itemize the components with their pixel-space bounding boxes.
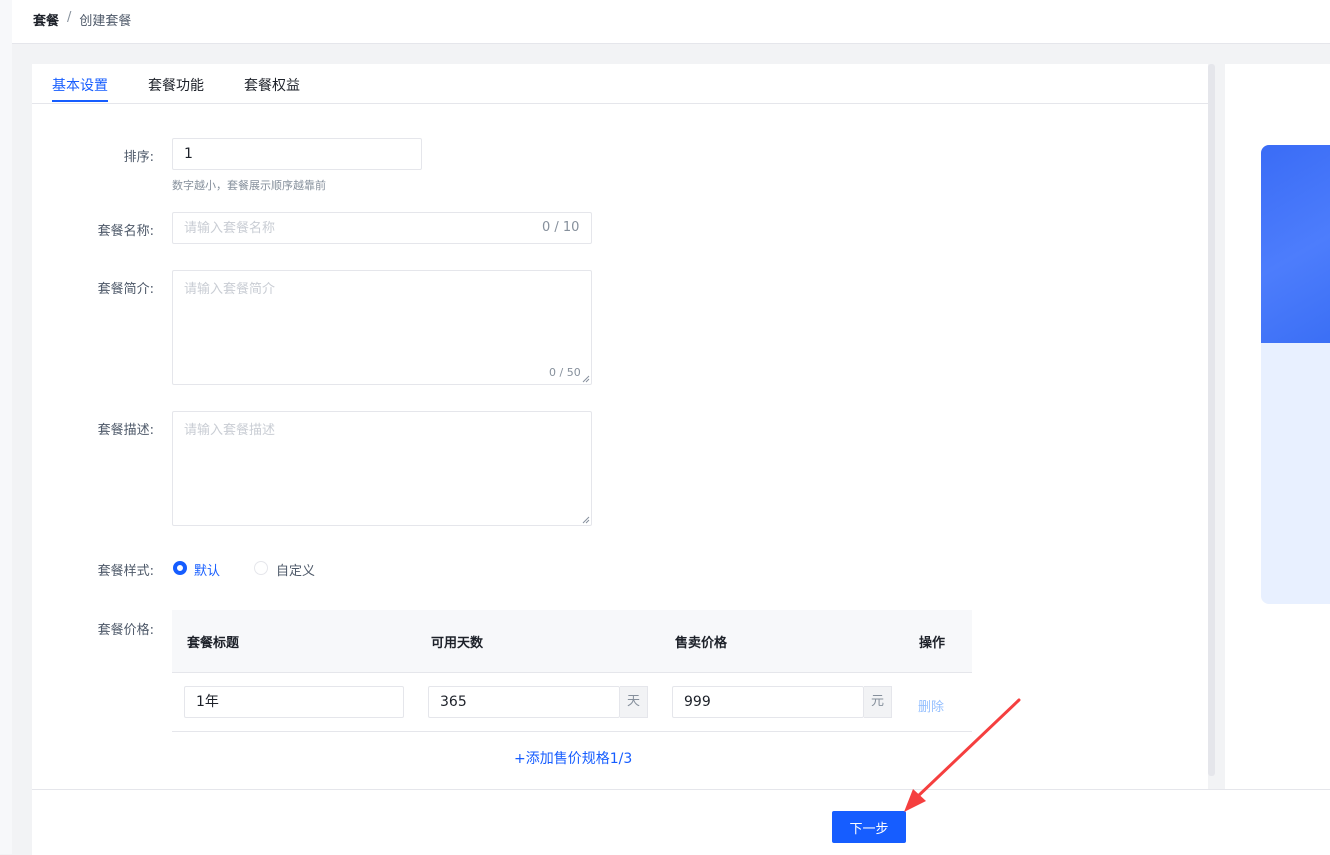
- column-days: 可用天数: [431, 636, 484, 651]
- scrollbar[interactable]: [1208, 64, 1215, 776]
- desc-textarea-placeholder: 请输入套餐描述: [184, 423, 276, 438]
- tab-package-benefits[interactable]: 套餐权益: [244, 75, 300, 95]
- column-action: 操作: [919, 636, 946, 651]
- row-days-input[interactable]: 365: [428, 686, 620, 718]
- tab-active-indicator: [52, 100, 108, 102]
- breadcrumb-current: 创建套餐: [79, 14, 132, 29]
- name-counter: 0 / 10: [542, 220, 580, 235]
- preview-panel: [1225, 64, 1330, 789]
- style-default-label[interactable]: 默认: [194, 560, 220, 579]
- table-row: 1年 365 天 999 元 删除: [172, 672, 972, 732]
- resize-handle-icon[interactable]: [582, 516, 590, 524]
- price-table-header: 套餐标题 可用天数 售卖价格 操作: [172, 610, 972, 672]
- column-title: 套餐标题: [187, 636, 240, 651]
- style-custom-radio[interactable]: [254, 561, 268, 575]
- package-preview-card: [1261, 145, 1330, 604]
- row-title-value: 1年: [196, 694, 219, 710]
- tab-basic-settings[interactable]: 基本设置: [52, 75, 108, 95]
- row-price-value: 999: [684, 694, 711, 710]
- row-title-input[interactable]: 1年: [184, 686, 404, 718]
- breadcrumb-separator: /: [67, 10, 72, 25]
- footer-bar: 下一步: [32, 789, 1330, 855]
- intro-counter: 0 / 50: [549, 366, 581, 379]
- breadcrumb-root[interactable]: 套餐: [33, 10, 59, 29]
- sort-hint: 数字越小，套餐展示顺序越靠前: [172, 179, 326, 192]
- breadcrumb: 套餐 / 创建套餐: [33, 10, 131, 29]
- intro-label: 套餐简介:: [97, 282, 154, 297]
- sort-label: 排序:: [123, 150, 154, 165]
- name-input-placeholder: 请输入套餐名称: [184, 221, 276, 236]
- sort-input-value: 1: [184, 146, 193, 162]
- top-bar: 套餐 / 创建套餐: [12, 0, 1330, 44]
- sort-input[interactable]: 1: [172, 138, 422, 170]
- delete-row-link[interactable]: 删除: [918, 696, 944, 715]
- style-custom-label[interactable]: 自定义: [276, 560, 315, 579]
- name-label: 套餐名称:: [97, 224, 154, 239]
- style-default-radio[interactable]: [173, 561, 187, 575]
- price-unit-addon: 元: [864, 686, 892, 718]
- row-price-input[interactable]: 999: [672, 686, 864, 718]
- resize-handle-icon[interactable]: [582, 375, 590, 383]
- column-price: 售卖价格: [675, 636, 728, 651]
- tab-bar: 基本设置 套餐功能 套餐权益: [32, 64, 1208, 104]
- tab-package-features[interactable]: 套餐功能: [148, 75, 204, 95]
- form-card: 基本设置 套餐功能 套餐权益 排序: 1 数字越小，套餐展示顺序越靠前 套餐名称…: [32, 64, 1208, 854]
- next-step-button[interactable]: 下一步: [832, 811, 906, 843]
- intro-textarea[interactable]: 请输入套餐简介: [172, 270, 592, 385]
- desc-label: 套餐描述:: [97, 423, 154, 438]
- add-price-spec-link[interactable]: +添加售价规格1/3: [514, 748, 632, 768]
- row-days-value: 365: [440, 694, 467, 710]
- preview-header-banner: [1261, 145, 1330, 343]
- desc-textarea[interactable]: 请输入套餐描述: [172, 411, 592, 526]
- name-input[interactable]: 请输入套餐名称: [172, 212, 592, 244]
- days-unit-addon: 天: [620, 686, 648, 718]
- intro-textarea-placeholder: 请输入套餐简介: [184, 282, 276, 297]
- price-label: 套餐价格:: [97, 623, 154, 638]
- style-label: 套餐样式:: [97, 564, 154, 579]
- left-edge: [0, 0, 12, 854]
